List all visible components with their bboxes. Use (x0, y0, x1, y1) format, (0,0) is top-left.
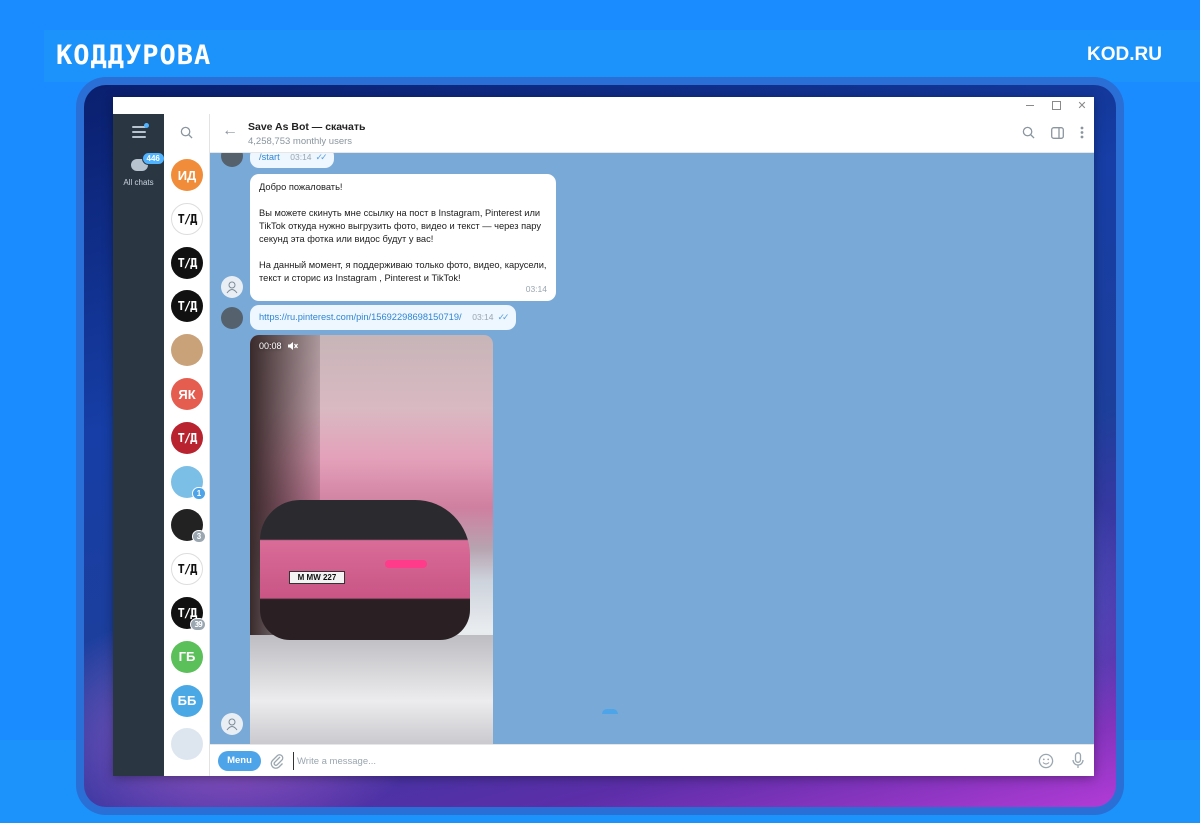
minimize-icon[interactable] (1024, 100, 1036, 112)
user-avatar[interactable] (221, 307, 243, 329)
chat-avatar[interactable]: T/Д (171, 553, 203, 586)
chat-avatar[interactable] (171, 728, 203, 761)
unread-count-badge: 3 (192, 530, 206, 544)
user-avatar[interactable] (221, 153, 243, 167)
video-frame-taillight (385, 560, 427, 568)
title-bar: ✕ (113, 97, 1094, 114)
attach-icon[interactable] (270, 753, 284, 769)
bot-menu-button[interactable]: Menu (218, 751, 261, 771)
chat-avatar[interactable]: T/Д 39 (171, 597, 206, 631)
search-icon[interactable] (180, 126, 193, 139)
chat-avatar[interactable]: T/Д (171, 421, 203, 454)
message-link[interactable]: https://ru.pinterest.com/pin/15692298698… (259, 312, 462, 322)
avatar-initials: ИД (177, 167, 197, 183)
unread-count-badge: 39 (190, 618, 206, 631)
message-input[interactable] (293, 752, 993, 770)
video-frame-car (260, 500, 470, 640)
avatar-initials: T/Д (177, 299, 198, 314)
microphone-icon[interactable] (1072, 752, 1084, 769)
message-paragraph: На данный момент, я поддерживаю только ф… (259, 260, 547, 283)
maximize-icon[interactable] (1050, 100, 1062, 112)
bot-avatar[interactable] (221, 276, 243, 298)
folders-rail: 446 All chats (113, 114, 165, 776)
chat-avatar[interactable]: ББ (171, 684, 203, 717)
chat-avatar[interactable]: 3 (171, 509, 206, 544)
chat-avatar[interactable]: ГБ (171, 640, 203, 673)
chat-subtitle: 4,258,753 monthly users (248, 136, 353, 147)
message-composer: Menu (210, 744, 1094, 776)
bot-avatar[interactable] (221, 713, 243, 735)
chat-avatar[interactable]: T/Д (171, 202, 203, 235)
back-arrow-icon[interactable]: ← (222, 123, 238, 139)
avatar-initials: T/Д (177, 430, 198, 445)
video-duration: 00:08 (259, 341, 298, 351)
folder-all-chats[interactable]: 446 All chats (113, 152, 165, 187)
chat-list: ИД T/Д T/Д T/Д ЯК T/Д 1 3 T/Д T/Д 39 ГБ ББ (164, 114, 210, 776)
message-text: /start (259, 153, 280, 162)
avatar-initials: ЯК (178, 386, 196, 402)
menu-icon[interactable] (132, 123, 149, 141)
top-banner (44, 30, 1200, 82)
telegram-window: ✕ 446 All chats ИД T/Д T/Д T/Д ЯК T/Д 1 3 T/Д T/Д… (113, 97, 1094, 776)
chat-avatar[interactable]: 1 (171, 465, 206, 500)
message-time: 03:14 (472, 312, 494, 322)
chats-icon: 446 (128, 152, 165, 174)
unread-badge: 446 (141, 152, 165, 165)
message-paragraph: Вы можете скинуть мне ссылку на пост в I… (259, 208, 542, 244)
video-duration-text: 00:08 (259, 341, 282, 351)
message-time: 03:14 (290, 153, 312, 162)
sidebar-toggle-icon[interactable] (1051, 126, 1064, 139)
more-icon[interactable] (1080, 126, 1084, 139)
read-ticks-icon: ✓✓ (315, 153, 328, 162)
chat-avatar[interactable] (171, 334, 203, 367)
bot-icon (226, 718, 238, 731)
bot-icon (226, 281, 238, 294)
chat-header: ← Save As Bot — скачать 4,258,753 monthl… (210, 114, 1094, 153)
scroll-down-button[interactable] (602, 709, 618, 714)
avatar-initials: T/Д (177, 211, 198, 226)
close-icon[interactable]: ✕ (1076, 100, 1088, 112)
message-bubble[interactable]: /start 03:14 ✓✓ (250, 153, 334, 168)
emoji-icon[interactable] (1038, 753, 1054, 769)
search-icon[interactable] (1022, 126, 1035, 139)
chat-avatar[interactable]: T/Д (171, 246, 203, 279)
message-paragraph: Добро пожаловать! (259, 182, 343, 192)
avatar-initials: ГБ (178, 649, 196, 665)
chat-title[interactable]: Save As Bot — скачать (248, 121, 365, 133)
avatar-initials: T/Д (177, 255, 198, 270)
avatar-initials: T/Д (177, 562, 198, 577)
video-frame-plate: M MW 227 (289, 571, 345, 584)
video-frame-road (250, 635, 493, 744)
unread-count-badge: 1 (192, 486, 206, 500)
brand-logo: КОДДУРОВА (56, 40, 212, 71)
folder-label: All chats (123, 178, 154, 187)
chat-avatar[interactable]: ИД (171, 159, 203, 191)
bot-welcome-message[interactable]: Добро пожаловать! Вы можете скинуть мне … (250, 174, 556, 301)
avatar-initials: ББ (177, 693, 197, 709)
brand-site: KOD.RU (1087, 44, 1162, 65)
message-time: 03:14 (525, 284, 547, 294)
muted-icon[interactable] (287, 341, 298, 351)
link-message[interactable]: https://ru.pinterest.com/pin/15692298698… (250, 305, 516, 330)
read-ticks-icon: ✓✓ (497, 312, 510, 322)
chat-avatar[interactable]: ЯК (171, 378, 203, 410)
video-message[interactable]: M MW 227 00:08 (250, 335, 493, 744)
chat-avatar[interactable]: T/Д (171, 290, 203, 323)
message-area[interactable]: /start 03:14 ✓✓ Добро пожаловать! Вы може… (210, 153, 1094, 744)
